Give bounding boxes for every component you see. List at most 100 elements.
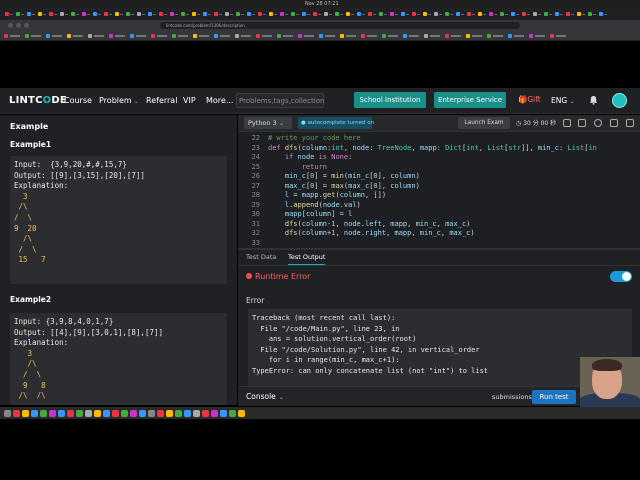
browser-tab[interactable] <box>488 11 498 17</box>
browser-tab[interactable] <box>158 11 168 17</box>
expand-icon[interactable] <box>610 119 618 127</box>
browser-tab[interactable] <box>422 11 432 17</box>
bookmark-item[interactable] <box>46 33 64 38</box>
bookmark-item[interactable] <box>130 33 148 38</box>
browser-tab[interactable] <box>169 11 179 17</box>
browser-tab[interactable] <box>301 11 311 17</box>
dock-app-icon[interactable] <box>94 409 101 417</box>
dock-app-icon[interactable] <box>103 409 110 417</box>
dock-app-icon[interactable] <box>49 409 56 417</box>
dock-app-icon[interactable] <box>202 409 209 417</box>
browser-tab[interactable] <box>510 11 520 17</box>
copy-icon[interactable] <box>578 119 586 127</box>
bookmark-item[interactable] <box>256 33 274 38</box>
enterprise-service-button[interactable]: Enterprise Service <box>434 92 506 108</box>
dock-app-icon[interactable] <box>157 409 164 417</box>
bookmark-item[interactable] <box>25 33 43 38</box>
browser-tab[interactable] <box>532 11 542 17</box>
browser-tab[interactable] <box>565 11 575 17</box>
bookmark-item[interactable] <box>193 33 211 38</box>
dock-app-icon[interactable] <box>112 409 119 417</box>
browser-tab[interactable] <box>59 11 69 17</box>
browser-tab[interactable] <box>92 11 102 17</box>
browser-tab[interactable] <box>15 11 25 17</box>
bookmark-item[interactable] <box>298 33 316 38</box>
bookmark-item[interactable] <box>151 33 169 38</box>
browser-tab[interactable] <box>466 11 476 17</box>
browser-tab[interactable] <box>334 11 344 17</box>
user-avatar[interactable] <box>612 93 627 108</box>
reload-icon[interactable] <box>24 23 29 28</box>
dock-app-icon[interactable] <box>148 409 155 417</box>
browser-tab[interactable] <box>48 11 58 17</box>
browser-tab[interactable] <box>598 11 608 17</box>
language-dropdown[interactable]: Python 3 ⌄ <box>244 117 292 129</box>
bookmark-item[interactable] <box>508 33 526 38</box>
browser-tab[interactable] <box>543 11 553 17</box>
dock-app-icon[interactable] <box>22 409 29 417</box>
bookmark-item[interactable] <box>214 33 232 38</box>
language-select[interactable]: ENG ⌄ <box>551 96 575 105</box>
browser-tab[interactable] <box>312 11 322 17</box>
browser-tab[interactable] <box>345 11 355 17</box>
bookmark-item[interactable] <box>529 33 547 38</box>
browser-tab[interactable] <box>477 11 487 17</box>
browser-tab[interactable] <box>576 11 586 17</box>
browser-tab[interactable] <box>411 11 421 17</box>
search-input[interactable]: Problems,tags,collection <box>236 93 324 108</box>
browser-tab[interactable] <box>70 11 80 17</box>
submissions-link[interactable]: submissions <box>492 393 532 401</box>
browser-tab[interactable] <box>224 11 234 17</box>
tab-test-output[interactable]: Test Output <box>288 253 326 265</box>
browser-tab[interactable] <box>180 11 190 17</box>
bell-icon[interactable] <box>589 95 598 105</box>
browser-tab[interactable] <box>356 11 366 17</box>
bookmark-item[interactable] <box>424 33 442 38</box>
dock-app-icon[interactable] <box>58 409 65 417</box>
back-icon[interactable] <box>8 23 13 28</box>
autocomplete-toggle[interactable]: ● autocomplete turned on <box>298 117 374 129</box>
bookmark-item[interactable] <box>382 33 400 38</box>
dock-app-icon[interactable] <box>184 409 191 417</box>
bookmark-item[interactable] <box>340 33 358 38</box>
browser-tab[interactable] <box>290 11 300 17</box>
bookmark-item[interactable] <box>466 33 484 38</box>
browser-tab[interactable] <box>191 11 201 17</box>
nav-problem[interactable]: Problem ⌄ <box>99 96 139 105</box>
bookmark-item[interactable] <box>4 33 22 38</box>
browser-tab[interactable] <box>125 11 135 17</box>
dock-app-icon[interactable] <box>238 409 245 417</box>
dock-app-icon[interactable] <box>85 409 92 417</box>
bookmark-item[interactable] <box>319 33 337 38</box>
tab-test-data[interactable]: Test Data <box>246 253 276 261</box>
school-institution-button[interactable]: School Institution <box>354 92 426 108</box>
browser-tab[interactable] <box>279 11 289 17</box>
dock-app-icon[interactable] <box>211 409 218 417</box>
browser-tab[interactable] <box>400 11 410 17</box>
forward-icon[interactable] <box>16 23 21 28</box>
browser-tab[interactable] <box>444 11 454 17</box>
bookmark-item[interactable] <box>487 33 505 38</box>
browser-tab[interactable] <box>587 11 597 17</box>
settings-icon[interactable] <box>563 119 571 127</box>
run-test-button[interactable]: Run test <box>532 390 576 404</box>
browser-tab[interactable] <box>103 11 113 17</box>
bookmark-item[interactable] <box>109 33 127 38</box>
nav-course[interactable]: Course <box>64 96 92 105</box>
bookmark-item[interactable] <box>445 33 463 38</box>
bookmark-item[interactable] <box>361 33 379 38</box>
browser-tab[interactable] <box>378 11 388 17</box>
browser-tab[interactable] <box>268 11 278 17</box>
browser-tab[interactable] <box>389 11 399 17</box>
dock-app-icon[interactable] <box>31 409 38 417</box>
dock-app-icon[interactable] <box>175 409 182 417</box>
browser-tab[interactable] <box>37 11 47 17</box>
dock-app-icon[interactable] <box>166 409 173 417</box>
nav-more[interactable]: More... <box>206 96 233 105</box>
dock-app-icon[interactable] <box>193 409 200 417</box>
nav-referral[interactable]: Referral <box>146 96 177 105</box>
bookmark-item[interactable] <box>172 33 190 38</box>
browser-tab[interactable] <box>554 11 564 17</box>
console-toggle[interactable]: Console ⌄ <box>246 392 284 401</box>
dock-app-icon[interactable] <box>139 409 146 417</box>
